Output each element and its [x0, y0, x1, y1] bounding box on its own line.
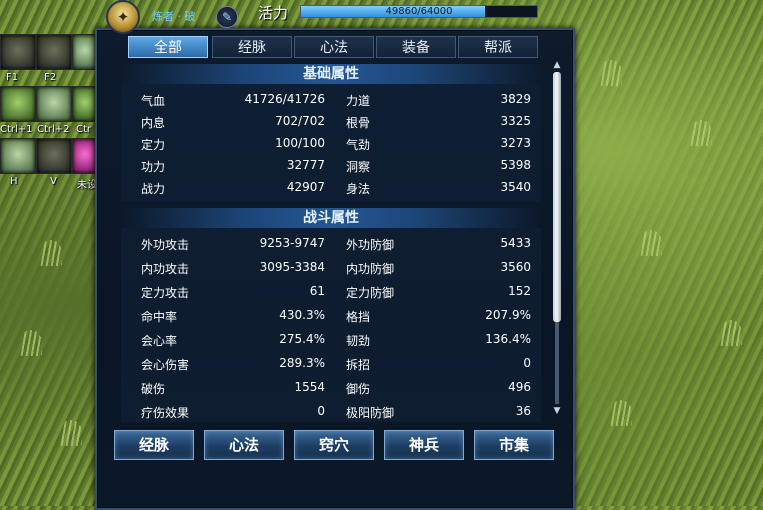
stat-value: 0	[523, 356, 531, 370]
stat-value: 496	[508, 380, 531, 394]
stat-value: 36	[515, 404, 531, 418]
stat-value: 100/100	[275, 136, 325, 150]
stat-name: 内功防御	[346, 262, 395, 276]
skill-slot[interactable]	[36, 34, 72, 70]
section-title-combat: 战斗属性	[121, 208, 541, 228]
stat-name: 身法	[346, 182, 371, 196]
stat-name: 格挡	[346, 310, 371, 324]
cultivation-rank: 炼者 · 破	[152, 10, 196, 23]
stat-value: 41726/41726	[244, 92, 325, 106]
market-button[interactable]: 市集	[474, 430, 554, 460]
skill-slot[interactable]	[0, 138, 36, 174]
acupoints-button[interactable]: 窍穴	[294, 430, 374, 460]
tab-meridians[interactable]: 经脉	[212, 36, 292, 58]
stat-value: 0	[317, 404, 325, 418]
stat-value: 3540	[500, 180, 531, 194]
stat-name: 外功攻击	[141, 238, 190, 252]
skill-slot[interactable]	[0, 34, 36, 70]
stat-name: 拆招	[346, 358, 371, 372]
stat-value: 3829	[500, 92, 531, 106]
stat-name: 命中率	[141, 310, 178, 324]
stat-value: 152	[508, 284, 531, 298]
scroll-thumb[interactable]	[553, 72, 561, 322]
grass-decoration	[20, 330, 42, 356]
stat-value: 3325	[500, 114, 531, 128]
grass-decoration	[40, 240, 62, 266]
stat-value: 702/702	[275, 114, 325, 128]
stat-name: 功力	[141, 160, 166, 174]
brush-icon[interactable]: ✎	[216, 6, 238, 28]
stat-value: 42907	[286, 180, 325, 194]
stat-name: 定力攻击	[141, 286, 190, 300]
skill-hotbar: F1 F2 Ctrl+1 Ctrl+2 Ctr H V 未设	[0, 34, 98, 194]
stat-value: 32777	[286, 158, 325, 172]
stat-value: 207.9%	[485, 308, 531, 322]
stat-value: 136.4%	[485, 332, 531, 346]
skill-key-label: F2	[44, 72, 57, 83]
grass-decoration	[640, 230, 662, 256]
skill-key-label: F1	[6, 72, 19, 83]
stat-name: 御伤	[346, 382, 371, 396]
stat-name: 定力防御	[346, 286, 395, 300]
stat-name: 气劲	[346, 138, 371, 152]
character-attributes-panel: 全部 经脉 心法 装备 帮派 基础属性 气血 41726/41726 力道 3829 内…	[95, 28, 575, 510]
stat-name: 战力	[141, 182, 166, 196]
stat-name: 定力	[141, 138, 166, 152]
tab-guild[interactable]: 帮派	[458, 36, 538, 58]
grass-decoration	[610, 400, 632, 426]
skill-key-label: V	[50, 176, 57, 187]
mental-arts-button[interactable]: 心法	[204, 430, 284, 460]
stat-value: 3560	[500, 260, 531, 274]
stat-value: 9253-9747	[259, 236, 325, 250]
grass-decoration	[690, 120, 712, 146]
tab-equipment[interactable]: 装备	[376, 36, 456, 58]
tab-all[interactable]: 全部	[128, 36, 208, 58]
skill-key-label: Ctrl+2	[37, 124, 70, 135]
vitality-bar: 49860/64000	[300, 5, 538, 18]
stat-name: 气血	[141, 94, 166, 108]
stat-name: 内息	[141, 116, 166, 130]
stat-name: 会心伤害	[141, 358, 190, 372]
skill-slot[interactable]	[36, 138, 72, 174]
attributes-scroll-area[interactable]: 基础属性 气血 41726/41726 力道 3829 内息 702/702 根骨 3325 定…	[113, 62, 547, 422]
stat-name: 韧劲	[346, 334, 371, 348]
stat-value: 289.3%	[279, 356, 325, 370]
scroll-down-icon[interactable]: ▼	[553, 406, 561, 416]
tab-mental-arts[interactable]: 心法	[294, 36, 374, 58]
vitality-value: 49860/64000	[385, 6, 453, 17]
stat-name: 疗伤效果	[141, 406, 190, 420]
stat-name: 力道	[346, 94, 371, 108]
stat-value: 3095-3384	[259, 260, 325, 274]
stat-name: 外功防御	[346, 238, 395, 252]
stat-name: 极阳防御	[346, 406, 395, 420]
scrollbar[interactable]: ▲ ▼	[553, 60, 561, 416]
stat-value: 5433	[500, 236, 531, 250]
skill-key-label: 未设	[77, 180, 97, 191]
stat-name: 会心率	[141, 334, 178, 348]
grass-decoration	[720, 320, 742, 346]
stat-value: 3273	[500, 136, 531, 150]
stat-value: 430.3%	[279, 308, 325, 322]
grass-decoration	[600, 60, 622, 86]
vitality-label: 活力	[258, 4, 289, 22]
section-title-basic: 基础属性	[121, 64, 541, 84]
skill-key-label: H	[10, 176, 18, 187]
stat-name: 破伤	[141, 382, 166, 396]
skill-slot[interactable]	[0, 86, 36, 122]
skill-key-label: Ctrl+1	[0, 124, 33, 135]
grass-decoration	[60, 420, 82, 446]
skill-key-label: Ctr	[76, 124, 92, 135]
stat-value: 5398	[500, 158, 531, 172]
stat-name: 内功攻击	[141, 262, 190, 276]
divine-weapon-button[interactable]: 神兵	[384, 430, 464, 460]
scroll-up-icon[interactable]: ▲	[553, 60, 561, 70]
scroll-emblem-icon[interactable]: ✦	[106, 0, 140, 34]
meridians-button[interactable]: 经脉	[114, 430, 194, 460]
stat-name: 洞察	[346, 160, 371, 174]
stat-value: 1554	[294, 380, 325, 394]
stat-name: 根骨	[346, 116, 371, 130]
stat-value: 61	[309, 284, 325, 298]
skill-slot[interactable]	[36, 86, 72, 122]
stat-value: 275.4%	[279, 332, 325, 346]
